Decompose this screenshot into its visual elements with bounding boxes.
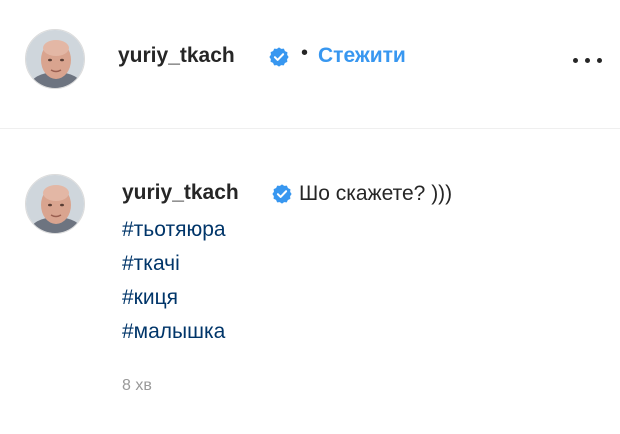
post-author-username[interactable]: yuriy_tkach bbox=[118, 44, 235, 68]
verified-badge-icon bbox=[269, 47, 289, 67]
more-dot bbox=[585, 58, 590, 63]
follow-button[interactable]: Стежити bbox=[318, 44, 406, 68]
avatar[interactable] bbox=[25, 174, 85, 234]
comment-timestamp[interactable]: 8 хв bbox=[122, 377, 152, 395]
avatar[interactable] bbox=[25, 29, 85, 89]
hashtag-link[interactable]: #малышка bbox=[122, 315, 226, 349]
more-dot bbox=[573, 58, 578, 63]
post-header: yuriy_tkach • Стежити bbox=[0, 0, 620, 128]
hashtag-link[interactable]: #киця bbox=[122, 281, 226, 315]
verified-badge-icon bbox=[272, 184, 292, 204]
comment-text: Шо скажете? ))) bbox=[299, 182, 453, 205]
hashtag-link[interactable]: #тьотяюра bbox=[122, 213, 226, 247]
hashtag-link[interactable]: #ткачі bbox=[122, 247, 226, 281]
separator-dot: • bbox=[301, 42, 309, 64]
caption-comment: yuriy_tkach Шо скажете? ))) #тьотяюра #т… bbox=[0, 129, 620, 434]
more-options-icon[interactable] bbox=[570, 50, 606, 70]
more-dot bbox=[597, 58, 602, 63]
comment-author-username[interactable]: yuriy_tkach bbox=[122, 181, 239, 205]
hashtag-list: #тьотяюра #ткачі #киця #малышка bbox=[122, 213, 226, 349]
